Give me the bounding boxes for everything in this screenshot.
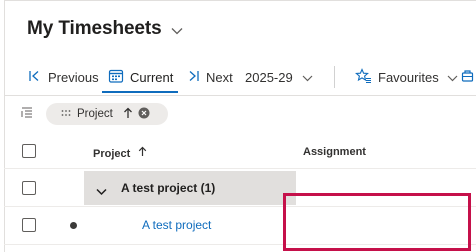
select-all-checkbox[interactable] bbox=[22, 144, 36, 158]
group-by-chip-label: Project bbox=[77, 108, 113, 120]
row-checkbox[interactable] bbox=[22, 218, 36, 232]
group-by-chip[interactable]: Project bbox=[46, 103, 168, 125]
favourites-icon bbox=[355, 67, 372, 87]
favourites-label: Favourites bbox=[378, 69, 439, 85]
drag-handle-icon bbox=[61, 108, 71, 120]
group-row-checkbox[interactable] bbox=[22, 181, 36, 195]
column-header-project[interactable]: Project bbox=[93, 146, 147, 160]
group-row-label: A test project (1) bbox=[121, 181, 216, 195]
column-header-project-label: Project bbox=[93, 148, 131, 160]
header-row-divider bbox=[4, 168, 476, 169]
calendar-icon bbox=[108, 68, 124, 87]
next-icon bbox=[186, 69, 200, 86]
share-icon bbox=[461, 68, 476, 87]
chevron-down-icon[interactable] bbox=[96, 183, 107, 201]
group-by-icon bbox=[20, 105, 34, 123]
sort-up-icon bbox=[138, 146, 147, 160]
sort-up-icon[interactable] bbox=[123, 107, 133, 122]
column-header-assignment[interactable]: Assignment bbox=[303, 146, 366, 158]
next-label: Next bbox=[206, 69, 233, 85]
week-value: 2025-29 bbox=[245, 69, 293, 85]
chevron-down-icon[interactable] bbox=[171, 22, 183, 40]
dismiss-icon[interactable] bbox=[138, 107, 150, 122]
command-bar: Previous Current Next 2025-29 Favourites bbox=[24, 62, 476, 92]
week-selector[interactable]: 2025-29 bbox=[245, 62, 313, 92]
page-title-row[interactable]: My Timesheets bbox=[27, 18, 183, 40]
toolbar-separator bbox=[334, 66, 335, 88]
chevron-down-icon bbox=[302, 70, 313, 85]
current-tab-indicator bbox=[102, 91, 178, 93]
grid-header bbox=[4, 137, 476, 167]
previous-button[interactable]: Previous bbox=[28, 62, 99, 92]
next-button[interactable]: Next bbox=[186, 62, 233, 92]
project-link[interactable]: A test project bbox=[142, 218, 211, 232]
previous-label: Previous bbox=[48, 69, 99, 85]
favourites-button[interactable]: Favourites bbox=[355, 62, 458, 92]
previous-icon bbox=[28, 69, 42, 86]
current-button[interactable]: Current bbox=[108, 62, 173, 92]
page-title: My Timesheets bbox=[27, 18, 162, 39]
chevron-down-icon bbox=[447, 70, 458, 85]
group-by-toggle[interactable] bbox=[20, 103, 34, 125]
current-label: Current bbox=[130, 69, 174, 85]
row-status-dot bbox=[70, 222, 77, 229]
highlight-box bbox=[283, 193, 471, 251]
toolbar-divider bbox=[4, 95, 476, 96]
overflow-command-button[interactable] bbox=[461, 62, 476, 92]
